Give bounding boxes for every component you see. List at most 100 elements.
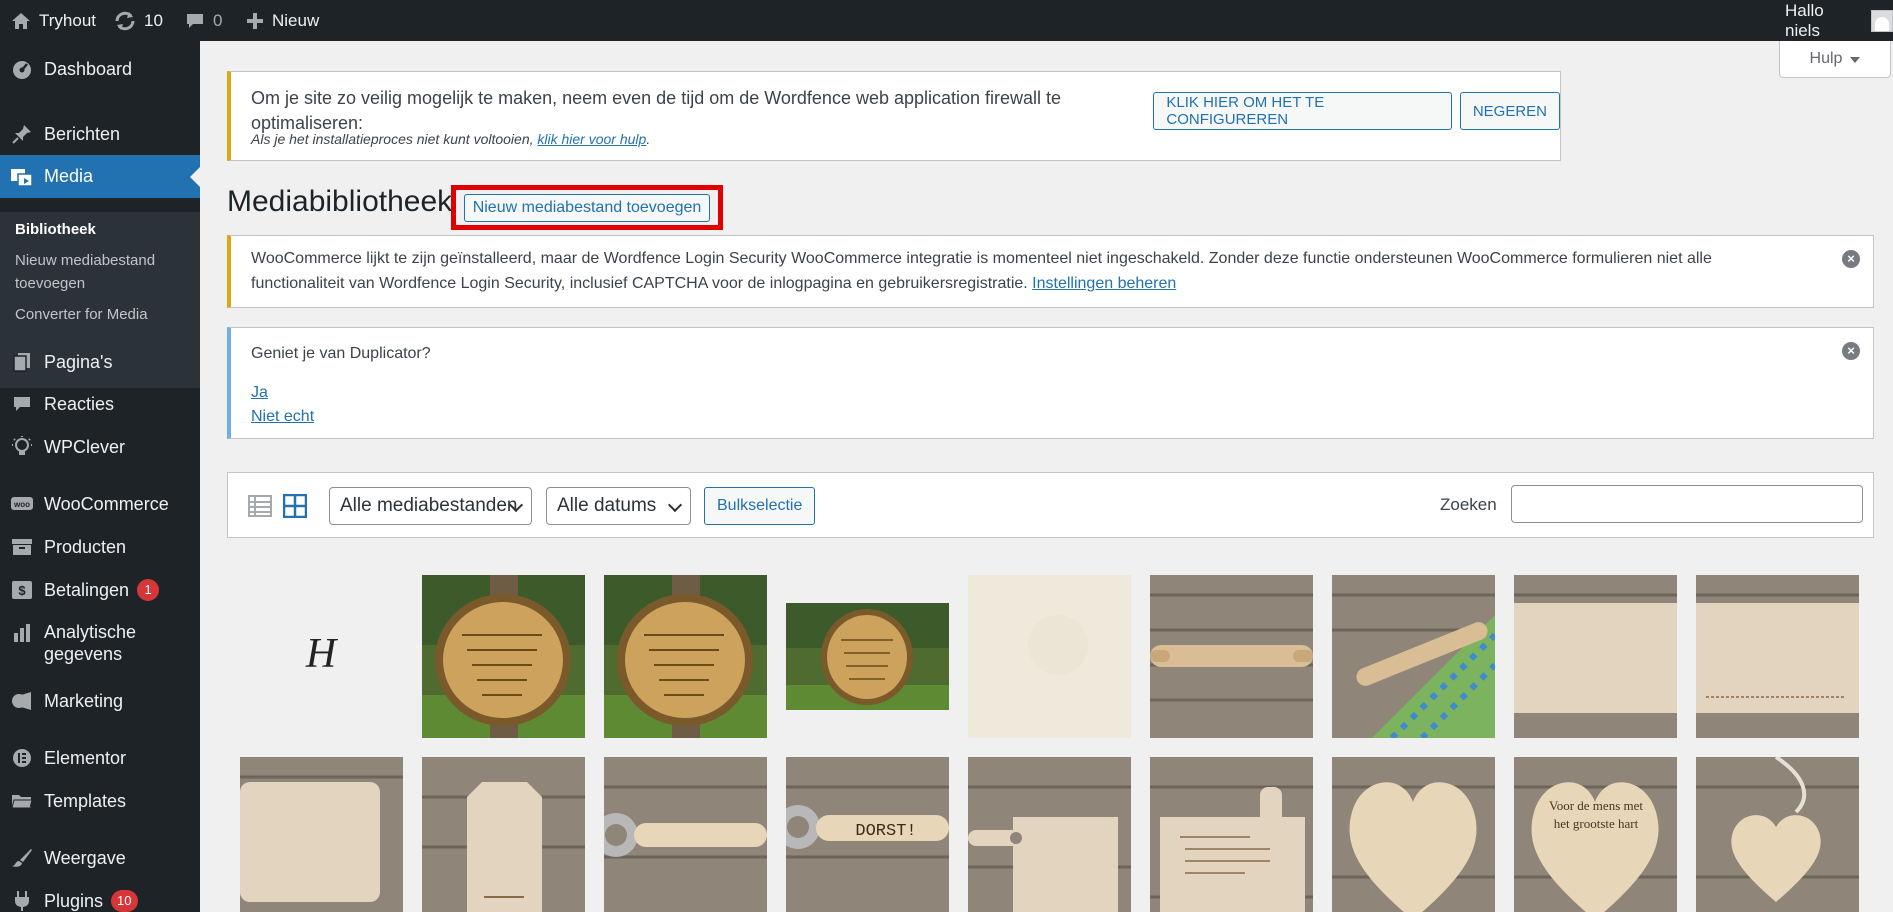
submenu-library[interactable]: Bibliotheek [15,218,195,241]
admin-bar: Tryhout 10 0 Nieuw Hallo niels [0,0,1893,41]
media-thumbnail[interactable] [1696,575,1859,738]
new-label: Nieuw [272,10,320,30]
woo-icon: woo [0,495,44,513]
list-view-icon[interactable] [248,494,272,518]
media-thumbnail[interactable]: Voor de mens met het grootste hart [1514,757,1677,912]
woocommerce-integration-notice: WooCommerce lijkt te zijn geïnstalleerd,… [227,235,1874,308]
add-new-media-button[interactable]: Nieuw mediabestand toevoegen [463,193,711,222]
media-thumbnail[interactable] [968,575,1131,738]
media-thumbnail[interactable] [1150,575,1313,738]
greeting: Hallo niels [1785,0,1824,40]
submenu-converter[interactable]: Converter for Media [15,303,195,326]
menu-label: Berichten [44,123,121,144]
media-thumbnail[interactable] [422,757,585,912]
bulk-select-button[interactable]: Bulkselectie [704,487,816,525]
site-name-link[interactable]: Tryhout [11,0,96,41]
menu-elementor[interactable]: Elementor [0,743,200,773]
comment-icon [185,12,205,30]
plugins-badge: 10 [111,890,138,912]
menu-analytics[interactable]: Analytische gegevens [0,621,200,667]
media-thumbnail[interactable] [240,757,403,912]
menu-appearance[interactable]: Weergave [0,843,200,873]
chart-bar-icon [0,621,44,643]
media-thumbnail[interactable] [604,575,767,738]
media-thumbnail[interactable] [1150,757,1313,912]
money-icon: $ [0,580,44,600]
grid-view-icon[interactable] [282,493,308,519]
media-thumbnail[interactable] [1332,757,1495,912]
highlight-frame: Nieuw mediabestand toevoegen [451,185,723,230]
menu-woocommerce[interactable]: woo WooCommerce [0,489,200,519]
comments-link[interactable]: 0 [185,0,222,41]
menu-label: Betalingen [44,579,130,600]
menu-marketing[interactable]: Marketing [0,686,200,716]
svg-text:woo: woo [13,500,30,509]
menu-wpclever[interactable]: WPClever [0,432,200,462]
menu-payments[interactable]: $ Betalingen 1 [0,575,200,605]
media-thumbnail[interactable] [422,575,585,738]
menu-label: Analytische gegevens [44,622,137,664]
filter-type-value: Alle mediabestanden [340,495,518,516]
plugin-icon [0,890,44,912]
menu-comments[interactable]: Reacties [0,389,200,419]
dorst-text: DORST! [855,822,916,841]
media-thumbnail[interactable] [1332,575,1495,738]
date-filter[interactable]: Alle datums [546,487,691,525]
dismiss-firewall-button[interactable]: NEGEREN [1459,92,1560,130]
help-link[interactable]: klik hier voor hulp [537,131,646,147]
media-thumbnail[interactable] [1696,757,1859,912]
wordfence-firewall-notice: Om je site zo veilig mogelijk te maken, … [227,71,1561,161]
folder-icon [0,792,44,810]
dismiss-icon[interactable]: × [1842,250,1860,268]
configure-firewall-button[interactable]: KLIK HIER OM HET TE CONFIGUREREN [1153,92,1452,130]
media-type-filter[interactable]: Alle mediabestanden [329,487,532,525]
duplicator-no-link[interactable]: Niet echt [251,408,314,425]
media-thumbnail[interactable]: H [240,575,403,738]
menu-plugins[interactable]: Plugins 10 [0,886,200,912]
submenu-add-new[interactable]: Nieuw mediabestand toevoegen [15,249,195,295]
notice-help-line: Als je het installatieproces niet kunt v… [251,127,650,152]
dismiss-icon[interactable]: × [1842,342,1860,360]
menu-templates[interactable]: Templates [0,786,200,816]
updates-link[interactable]: 10 [114,0,163,41]
payments-badge: 1 [137,579,160,601]
menu-dashboard[interactable]: Dashboard [0,54,200,84]
menu-pages[interactable]: Pagina's [0,347,200,377]
duplicator-yes-link[interactable]: Ja [251,384,268,401]
media-thumbnail[interactable] [968,757,1131,912]
menu-label: Marketing [44,690,124,711]
woo-notice-text: WooCommerce lijkt te zijn geïnstalleerd,… [251,250,1712,292]
account-menu[interactable]: Hallo niels [1785,0,1893,41]
menu-label: Reacties [44,393,115,414]
menu-label: Weergave [44,847,126,868]
plus-icon [246,12,264,30]
menu-media[interactable]: Media [0,155,200,198]
home-icon [11,12,31,30]
pin-icon [0,124,44,144]
search-input[interactable] [1511,485,1863,523]
archive-icon [0,537,44,557]
help-tab-button[interactable]: Hulp [1779,41,1891,78]
comments-count: 0 [213,10,223,30]
media-icon [0,167,44,187]
media-thumbnail[interactable]: DORST! [786,757,949,912]
media-thumbnail[interactable] [604,757,767,912]
chevron-down-icon [667,497,683,513]
notice-text: WooCommerce lijkt te zijn geïnstalleerd,… [251,246,1791,296]
new-content-link[interactable]: Nieuw [246,0,319,41]
comment-icon [0,395,44,413]
manage-settings-link[interactable]: Instellingen beheren [1032,275,1176,292]
duplicator-notice: Geniet je van Duplicator? Ja Niet echt × [227,327,1874,439]
media-thumbnail[interactable] [786,575,949,738]
page-title: Mediabibliotheek [227,185,453,218]
svg-text:$: $ [18,583,26,598]
dashboard-icon [0,59,44,79]
media-toolbar: Alle mediabestanden Alle datums Bulksele… [227,472,1874,538]
menu-label: Pagina's [44,351,113,372]
menu-posts[interactable]: Berichten [0,119,200,149]
help-prefix: Als je het installatieproces niet kunt v… [251,131,534,147]
menu-label: Templates [44,790,127,811]
media-thumbnail[interactable] [1514,575,1677,738]
site-name: Tryhout [39,10,97,30]
menu-products[interactable]: Producten [0,532,200,562]
